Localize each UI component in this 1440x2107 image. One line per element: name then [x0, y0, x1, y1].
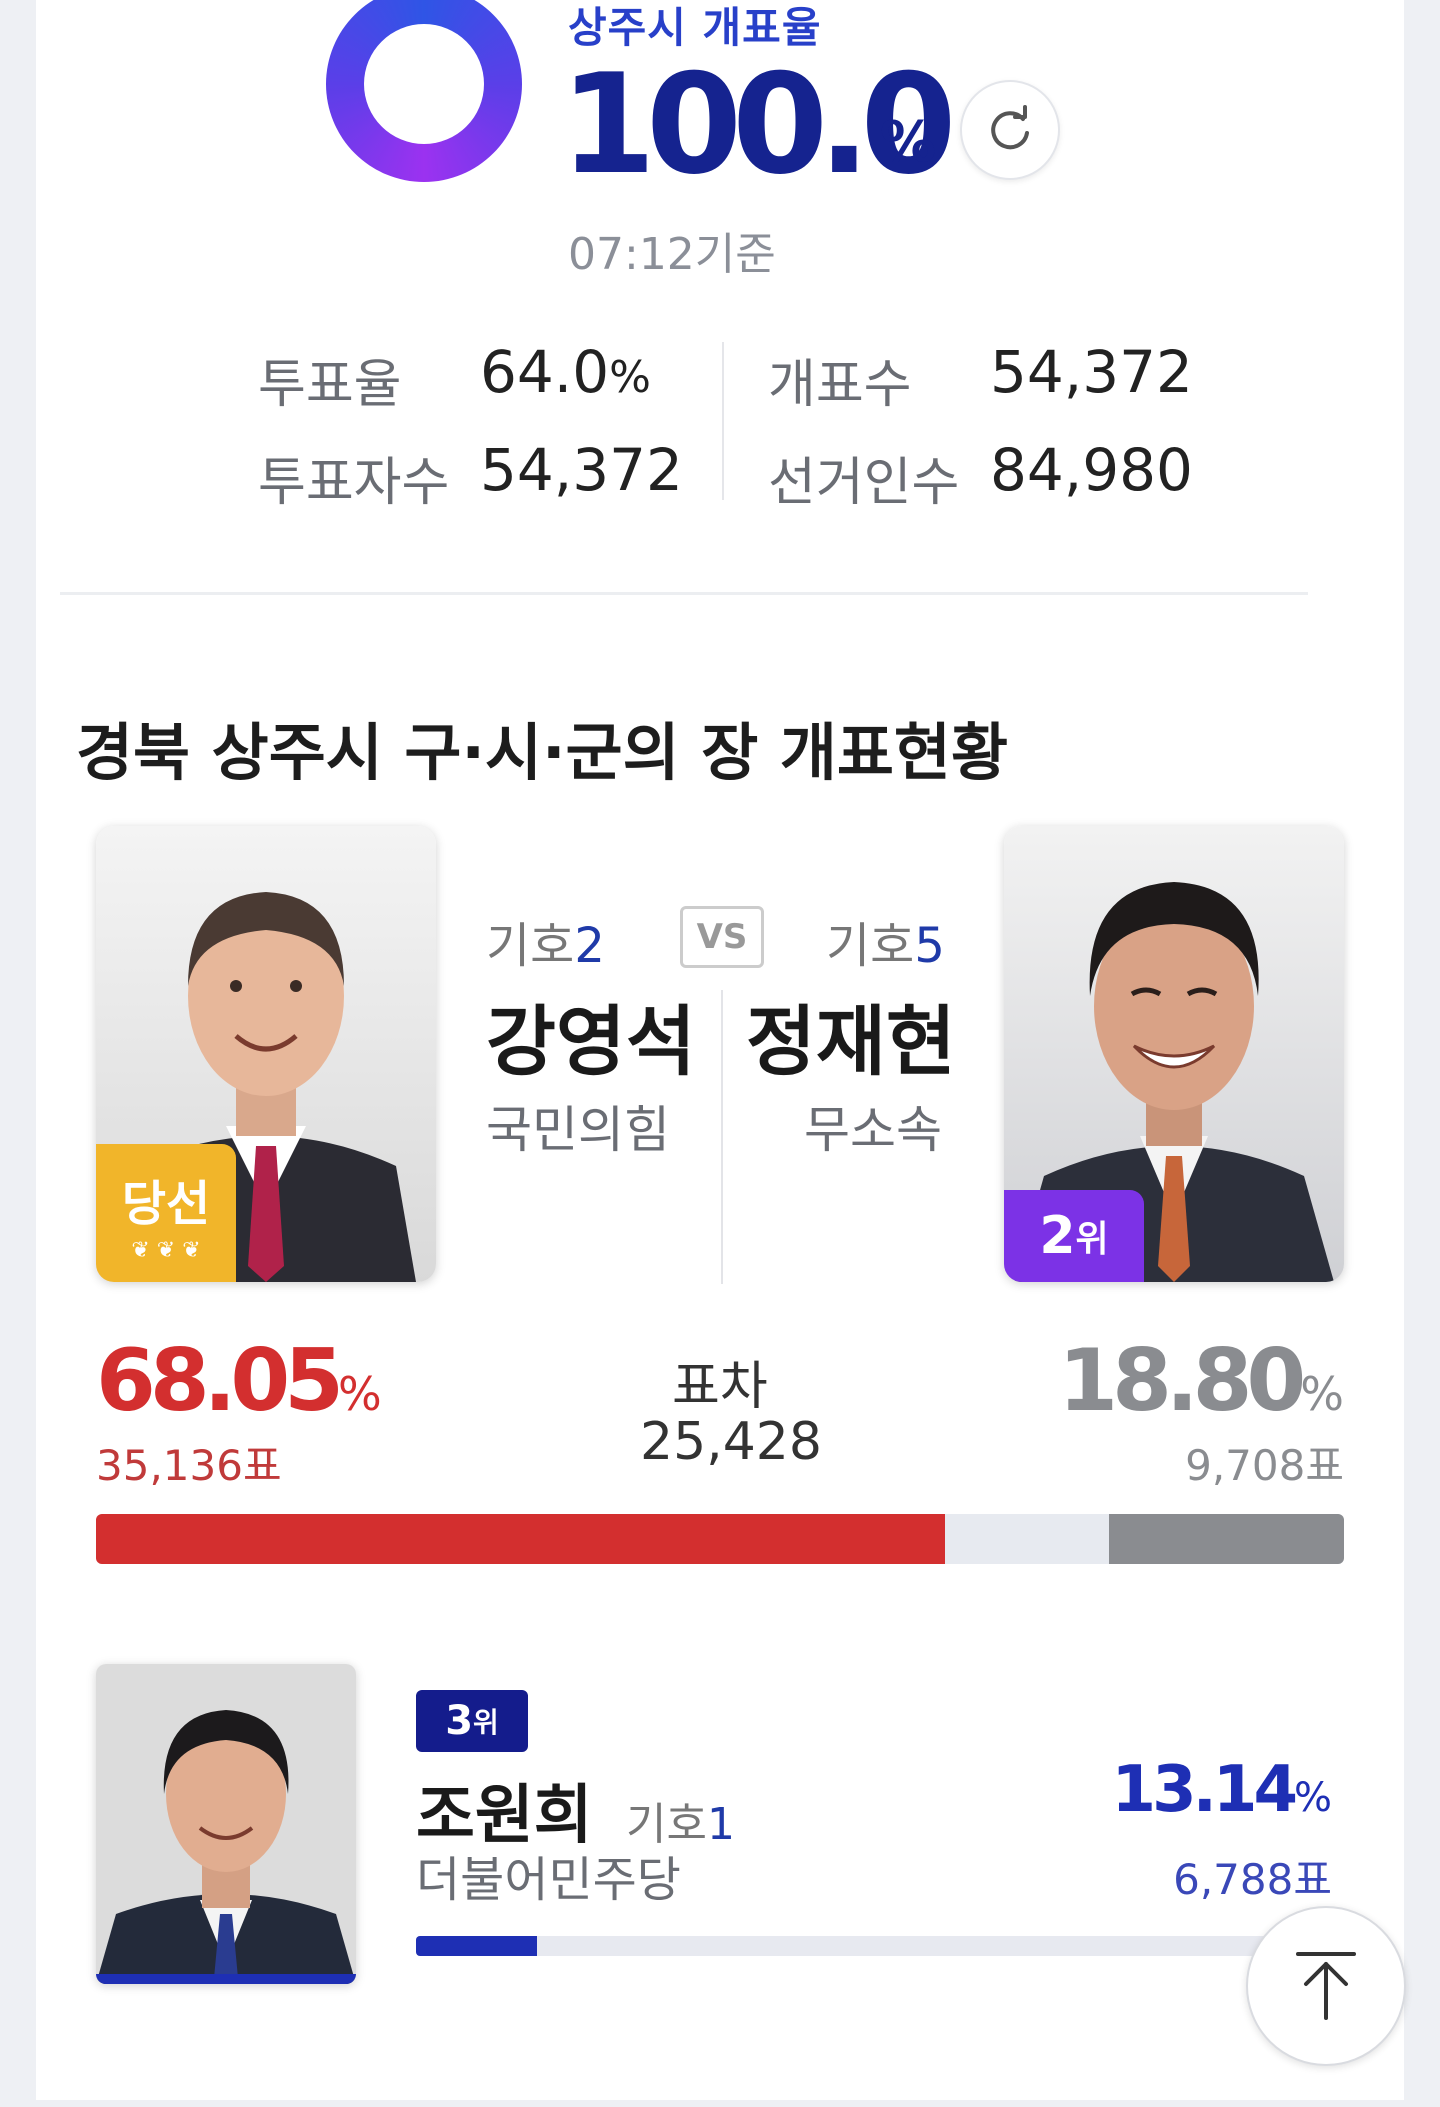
rank-number: 2 [1039, 1206, 1076, 1266]
vs-label: VS [680, 906, 764, 968]
vote-share-bar-3 [416, 1936, 1336, 1956]
turnout-unit: % [609, 352, 651, 403]
count-rate-unit: % [880, 110, 937, 175]
refresh-button[interactable] [960, 80, 1060, 180]
pct-value: 13.14 [1111, 1753, 1298, 1827]
candidate-votes-1: 35,136표 [96, 1441, 282, 1490]
pct-unit: % [1300, 1367, 1344, 1421]
candidate-votes-2: 9,708표 [1185, 1441, 1344, 1490]
electorate-label: 선거인수 [768, 453, 960, 513]
rank-badge-2: 2위 [1004, 1190, 1144, 1282]
refresh-icon [991, 105, 1029, 150]
candidate-party-1: 국민의힘 [486, 1101, 670, 1159]
candidate-pct-1: 68.05% [96, 1338, 382, 1424]
winner-badge-label: 당선 [121, 1175, 211, 1232]
vs-divider [721, 990, 723, 1284]
candidate-number-prefix: 기호 [826, 918, 915, 974]
turnout-number: 64.0 [480, 338, 610, 406]
turnout-label: 투표율 [258, 355, 402, 415]
candidate-number-prefix: 기호 [486, 918, 575, 974]
candidate-number-value: 1 [706, 1799, 735, 1850]
voters-label: 투표자수 [258, 453, 450, 513]
candidate-photo-3[interactable] [96, 1664, 356, 1984]
arrow-up-to-top-icon [1296, 1952, 1356, 2020]
electorate-value: 84,980 [990, 436, 1193, 504]
candidate-pct-3: 13.14% [1112, 1758, 1332, 1822]
rank-suffix: 위 [1075, 1219, 1109, 1260]
candidate-number-1: 기호2 [486, 906, 605, 976]
candidate-name-2[interactable]: 정재현 [746, 980, 956, 1090]
vote-share-bar [96, 1514, 1344, 1564]
pct-unit: % [1293, 1775, 1332, 1821]
counted-value: 54,372 [990, 338, 1193, 406]
section-title: 경북 상주시 구·시·군의 장 개표현황 [76, 716, 1009, 789]
vote-gap-label: 표차 [672, 1357, 768, 1417]
laurel-icon: ❦ ❦ ❦ [131, 1237, 201, 1263]
voters-value: 54,372 [480, 436, 683, 504]
pct-unit: % [338, 1367, 382, 1421]
candidate-party-3: 더불어민주당 [416, 1852, 681, 1908]
vote-share-segment-1 [96, 1514, 945, 1564]
candidate-number-2: 기호5 [826, 906, 945, 976]
counted-label: 개표수 [768, 355, 912, 415]
vote-share-segment-2 [1109, 1514, 1344, 1564]
candidate-votes-3: 6,788표 [1173, 1855, 1332, 1904]
candidate-name-1[interactable]: 강영석 [486, 980, 696, 1090]
rank-number: 3 [445, 1698, 474, 1744]
candidate-party-2: 무소속 [804, 1101, 942, 1159]
vote-share-fill-3 [416, 1936, 537, 1956]
update-timestamp: 07:12기준 [568, 229, 776, 280]
scroll-top-button[interactable] [1246, 1906, 1406, 2066]
candidate-portrait-3 [96, 1664, 356, 1984]
candidate-number-value: 5 [914, 918, 945, 974]
candidate-photo-2[interactable]: 2위 [1004, 826, 1344, 1282]
pct-value: 18.80 [1058, 1331, 1306, 1431]
rank-badge-3: 3위 [416, 1690, 528, 1752]
candidate-photo-1[interactable]: 당선 ❦ ❦ ❦ [96, 826, 436, 1282]
winner-badge: 당선 ❦ ❦ ❦ [96, 1144, 236, 1282]
vote-gap-value: 25,428 [640, 1412, 822, 1472]
candidate-pct-2: 18.80% [1058, 1338, 1344, 1424]
rank-suffix: 위 [473, 1706, 499, 1739]
section-divider [60, 592, 1308, 595]
stats-divider [722, 342, 724, 500]
turnout-value: 64.0% [480, 338, 651, 406]
pct-value: 68.05 [96, 1331, 344, 1431]
candidate-number-value: 2 [574, 918, 605, 974]
